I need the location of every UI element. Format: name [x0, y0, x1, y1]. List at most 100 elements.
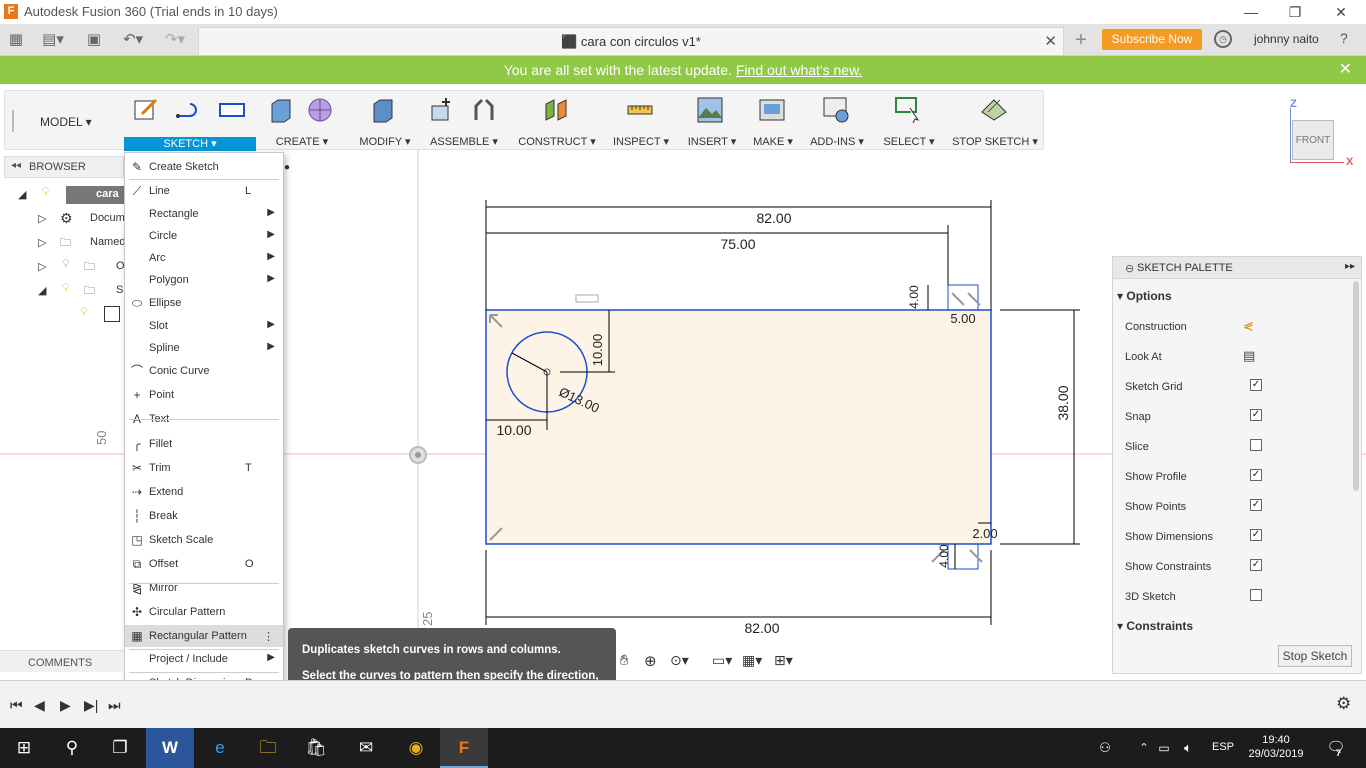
comments-panel[interactable]: COMMENTS: [0, 650, 124, 672]
menu-item-rectangular-pattern[interactable]: ▦ Rectangular Pattern ⋮: [125, 625, 283, 647]
ribbon-group-stop-sketch[interactable]: STOP SKETCH ▾: [950, 92, 1040, 148]
viewports-icon[interactable]: ⊞▾: [774, 652, 793, 669]
browser-node-sketches[interactable]: ◢ 💡︎ 🗀 S: [38, 280, 124, 302]
menu-item-trim[interactable]: ✂ Trim T: [125, 457, 283, 479]
close-window-button[interactable]: ✕: [1318, 2, 1364, 22]
visibility-bulb-icon[interactable]: 💡︎: [62, 258, 70, 271]
menu-item-circular-pattern[interactable]: ✣ Circular Pattern: [125, 601, 283, 623]
file-menu-icon[interactable]: ▤▾: [38, 30, 68, 50]
stop-sketch-button[interactable]: Stop Sketch: [1278, 645, 1352, 667]
expand-triangle-icon[interactable]: ▷: [38, 236, 46, 249]
zoom-window-icon[interactable]: ⊙▾: [670, 652, 689, 669]
palette-collapse-icon[interactable]: ⊖: [1125, 262, 1134, 275]
browser-node-origin[interactable]: ▷ 💡︎ 🗀 O: [38, 256, 125, 278]
network-icon[interactable]: ▭: [1154, 728, 1174, 768]
ribbon-group-modify[interactable]: MODIFY ▾: [350, 92, 420, 148]
ribbon-group-assemble[interactable]: ASSEMBLE ▾: [424, 92, 504, 148]
go-to-end-icon[interactable]: ⏭: [108, 697, 121, 714]
collapse-browser-icon[interactable]: ◂◂: [11, 160, 21, 171]
timeline-settings-gear-icon[interactable]: ⚙: [1336, 694, 1351, 714]
inspect-dropdown[interactable]: INSPECT ▾: [608, 135, 674, 148]
addins-dropdown[interactable]: ADD-INS ▾: [804, 135, 870, 148]
edge-icon[interactable]: e: [196, 728, 244, 768]
banner-close-icon[interactable]: ✕: [1339, 56, 1352, 84]
menu-item-offset[interactable]: ⧉ Offset O: [125, 553, 283, 575]
taskbar-clock[interactable]: 19:40 29/03/2019: [1246, 733, 1306, 761]
constraints-section-header[interactable]: ▾ Constraints: [1117, 619, 1193, 633]
palette-checkbox[interactable]: ✓: [1250, 409, 1262, 421]
ribbon-group-insert[interactable]: INSERT ▾: [680, 92, 744, 148]
ribbon-group-addins[interactable]: ADD-INS ▾: [804, 92, 870, 148]
step-back-icon[interactable]: ◀: [34, 697, 45, 714]
zoom-icon[interactable]: ⊕: [644, 652, 657, 670]
menu-item-ellipse[interactable]: ⬭ Ellipse: [125, 292, 283, 314]
minimize-button[interactable]: —: [1228, 2, 1274, 22]
go-to-start-icon[interactable]: ⏮: [10, 697, 23, 714]
menu-item-rectangle[interactable]: Rectangle ▶: [125, 203, 283, 225]
workspace-switcher[interactable]: MODEL ▾: [40, 115, 92, 129]
browser-node-named-views[interactable]: ▷ 🗀 Named: [38, 232, 125, 254]
windows-start-icon[interactable]: ⊞: [0, 728, 48, 768]
palette-checkbox[interactable]: ✓: [1250, 529, 1262, 541]
view-cube[interactable]: Z X FRONT: [1284, 98, 1354, 170]
subscribe-button[interactable]: Subscribe Now: [1102, 29, 1202, 50]
create-dropdown[interactable]: CREATE ▾: [262, 135, 342, 148]
help-icon[interactable]: ?: [1340, 30, 1348, 46]
menu-item-slot[interactable]: Slot ▶: [125, 315, 283, 337]
palette-expand-icon[interactable]: ▸▸: [1345, 261, 1355, 272]
tray-chevron-icon[interactable]: ⌃: [1134, 728, 1154, 768]
menu-item-spline[interactable]: Spline ▶: [125, 337, 283, 359]
undo-icon[interactable]: ↶▾: [116, 30, 150, 50]
ribbon-group-select[interactable]: SELECT ▾: [876, 92, 942, 148]
browser-root-node[interactable]: ◢ 💡︎ cara: [18, 184, 136, 206]
browser-pin-icon[interactable]: ●: [284, 162, 302, 174]
user-account[interactable]: johnny naito: [1254, 32, 1319, 46]
ribbon-group-make[interactable]: MAKE ▾: [748, 92, 798, 148]
modify-dropdown[interactable]: MODIFY ▾: [350, 135, 420, 148]
new-tab-button[interactable]: +: [1068, 29, 1094, 53]
menu-item-create-sketch[interactable]: ✎ Create Sketch: [125, 156, 283, 178]
palette-checkbox[interactable]: [1250, 589, 1262, 601]
ribbon-group-inspect[interactable]: INSPECT ▾: [608, 92, 674, 148]
pan-icon[interactable]: ✋︎: [620, 652, 629, 669]
task-view-icon[interactable]: ❐: [96, 728, 144, 768]
browser-node-document-settings[interactable]: ▷ ⚙ Docum: [38, 208, 125, 230]
mail-icon[interactable]: ✉: [342, 728, 390, 768]
menu-item-arc[interactable]: Arc ▶: [125, 247, 283, 269]
ribbon-group-create[interactable]: CREATE ▾: [262, 92, 342, 148]
make-dropdown[interactable]: MAKE ▾: [748, 135, 798, 148]
visibility-bulb-icon[interactable]: 💡︎: [62, 282, 70, 295]
menu-item-extend[interactable]: ⇢ Extend: [125, 481, 283, 503]
file-explorer-icon[interactable]: 🗀: [244, 728, 292, 768]
store-icon[interactable]: 🛍︎: [292, 728, 340, 768]
collapse-triangle-icon[interactable]: ◢: [38, 284, 46, 297]
construct-dropdown[interactable]: CONSTRUCT ▾: [512, 135, 602, 148]
palette-checkbox[interactable]: ✓: [1250, 559, 1262, 571]
menu-item-circle[interactable]: Circle ▶: [125, 225, 283, 247]
palette-checkbox[interactable]: ✓: [1250, 499, 1262, 511]
stop-sketch-dropdown[interactable]: STOP SKETCH ▾: [950, 135, 1040, 148]
select-dropdown[interactable]: SELECT ▾: [876, 135, 942, 148]
job-status-icon[interactable]: ◷: [1214, 30, 1232, 48]
play-icon[interactable]: ▶: [60, 697, 71, 714]
fusion-taskbar-icon[interactable]: F: [440, 728, 488, 768]
chrome-icon[interactable]: ◉: [392, 728, 440, 768]
redo-icon[interactable]: ↷▾: [158, 30, 192, 50]
menu-item-conic-curve[interactable]: ⌒ Conic Curve: [125, 360, 283, 382]
browser-node-sketch1[interactable]: 💡︎: [80, 304, 124, 326]
people-icon[interactable]: ⚇: [1090, 728, 1120, 768]
menu-item-point[interactable]: + Point: [125, 384, 283, 406]
palette-scrollbar[interactable]: [1353, 281, 1359, 491]
collapse-triangle-icon[interactable]: ◢: [18, 188, 26, 201]
sketch-dropdown[interactable]: SKETCH ▾: [124, 137, 256, 151]
menu-item-mirror[interactable]: ⧎ Mirror: [125, 577, 283, 599]
save-icon[interactable]: ▣: [84, 30, 104, 50]
palette-checkbox[interactable]: ✓: [1250, 379, 1262, 391]
menu-item-sketch-scale[interactable]: ◳ Sketch Scale: [125, 529, 283, 551]
visibility-bulb-icon[interactable]: 💡︎: [80, 306, 88, 319]
menu-item-break[interactable]: ┆ Break: [125, 505, 283, 527]
options-section-header[interactable]: ▾ Options: [1117, 289, 1172, 303]
search-icon[interactable]: ⚲: [48, 728, 96, 768]
close-tab-icon[interactable]: ✕: [1044, 32, 1057, 50]
visibility-bulb-icon[interactable]: 💡︎: [42, 186, 50, 199]
